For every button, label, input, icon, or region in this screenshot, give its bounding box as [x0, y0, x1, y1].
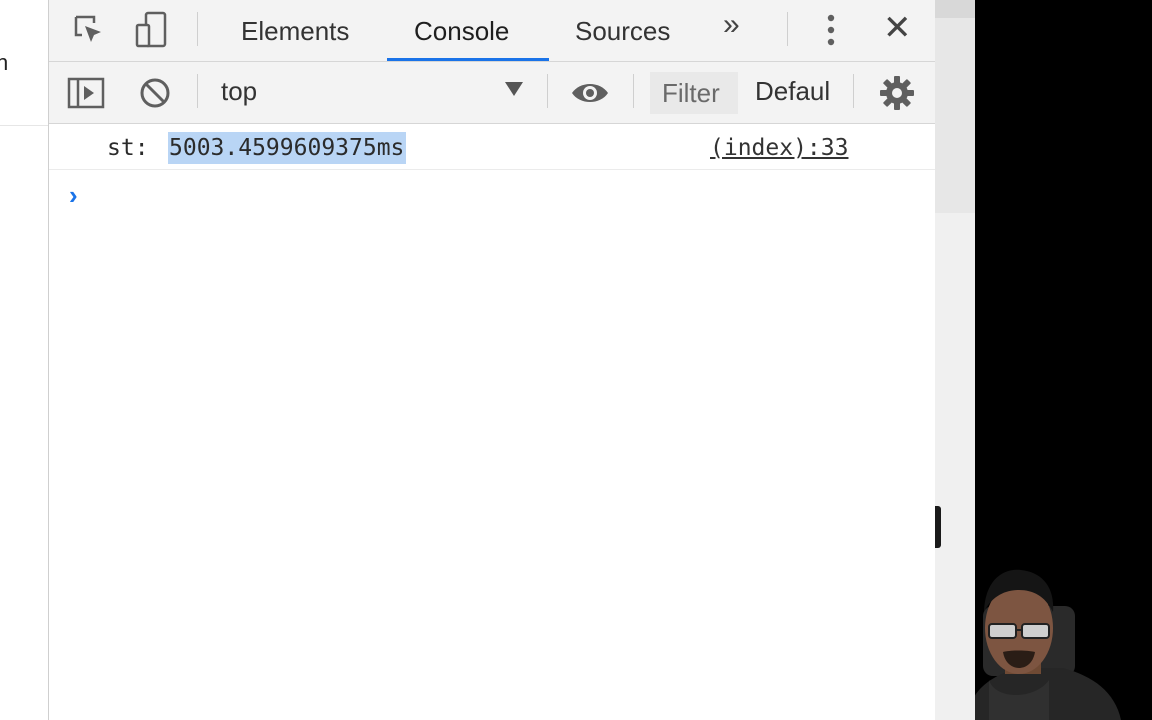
- tab-console[interactable]: Console: [414, 0, 509, 62]
- sidebar-toggle-icon[interactable]: [66, 73, 106, 113]
- log-text-prefix: st:: [107, 135, 163, 161]
- screen: n Elements Console Sources » ✕ top Filte…: [0, 0, 1152, 720]
- toolbar-divider: [547, 74, 548, 108]
- tab-console-label: Console: [414, 15, 510, 46]
- devtools-tabbar: Elements Console Sources » ✕: [49, 0, 936, 62]
- kebab-menu-icon[interactable]: [811, 10, 851, 50]
- strip-top: [935, 0, 975, 18]
- prompt-chevron-icon[interactable]: ›: [69, 180, 78, 211]
- log-value-selected[interactable]: 5003.4599609375ms: [168, 132, 407, 164]
- eye-icon[interactable]: [570, 73, 610, 113]
- inspected-page-sliver: n: [0, 0, 49, 720]
- toolbar-divider: [853, 74, 854, 108]
- tab-elements-label: Elements: [241, 15, 350, 46]
- tab-sources[interactable]: Sources: [575, 0, 670, 62]
- strip-lower: [935, 213, 975, 720]
- js-context-selector[interactable]: top: [221, 76, 257, 107]
- gear-icon[interactable]: [877, 73, 917, 113]
- console-toolbar: top Filter Defaul: [49, 62, 936, 124]
- toolbar-divider: [197, 12, 198, 46]
- devtools-panel: Elements Console Sources » ✕ top Filter …: [48, 0, 936, 720]
- more-tabs-icon[interactable]: »: [723, 8, 740, 42]
- background-page-strip: [935, 0, 975, 720]
- source-link[interactable]: (index):33: [710, 135, 848, 161]
- device-toolbar-icon[interactable]: [131, 10, 171, 50]
- clear-console-icon[interactable]: [135, 73, 175, 113]
- console-output: st: 5003.4599609375ms (index):33 ›: [49, 124, 936, 720]
- active-tab-indicator: [387, 58, 549, 61]
- presenter-silhouette: [975, 0, 1152, 720]
- strip-marker: [935, 506, 941, 548]
- tab-sources-label: Sources: [575, 15, 671, 46]
- filter-placeholder: Filter: [662, 78, 720, 108]
- toolbar-divider: [787, 12, 788, 46]
- toolbar-divider: [197, 74, 198, 108]
- log-levels-dropdown[interactable]: Defaul: [755, 76, 830, 107]
- webcam-overlay: [975, 0, 1152, 720]
- tab-elements[interactable]: Elements: [241, 0, 349, 62]
- dropdown-arrow-icon[interactable]: [505, 82, 523, 96]
- toolbar-divider: [633, 74, 634, 108]
- page-text-fragment: n: [0, 50, 9, 75]
- close-icon[interactable]: ✕: [883, 8, 912, 48]
- console-message-row: st: 5003.4599609375ms (index):33: [49, 124, 936, 170]
- inspect-element-icon[interactable]: [69, 10, 109, 50]
